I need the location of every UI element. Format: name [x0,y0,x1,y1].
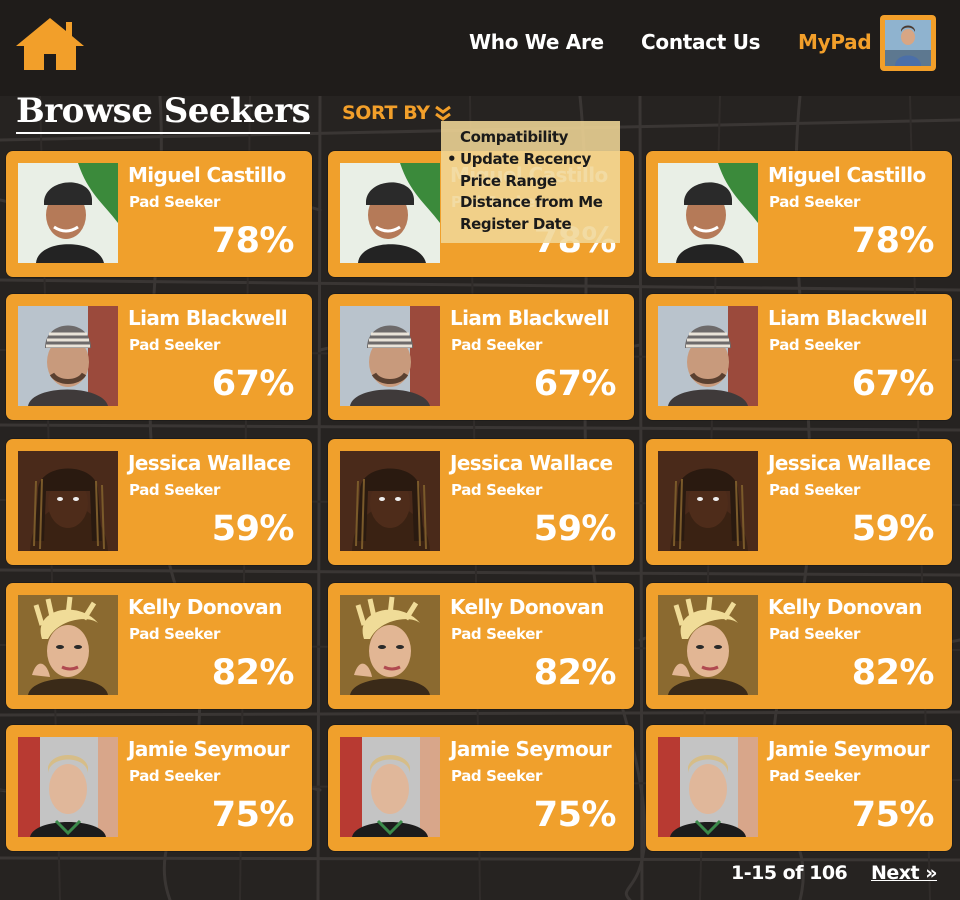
sort-option[interactable]: Distance from Me [447,192,620,214]
seeker-card[interactable]: Jessica Wallace Pad Seeker 59% [646,439,952,565]
sort-option[interactable]: Register Date [447,214,620,236]
compatibility-percent: 78% [211,221,295,261]
sort-option-label: Update Recency [460,149,591,168]
seeker-name: Kelly Donovan [450,595,604,619]
seeker-card[interactable]: Kelly Donovan Pad Seeker 82% [6,583,312,709]
compatibility-percent: 75% [211,795,295,835]
seeker-role: Pad Seeker [769,193,860,211]
seeker-card[interactable]: Kelly Donovan Pad Seeker 82% [328,583,634,709]
sort-option[interactable]: Price Range [447,171,620,193]
seeker-card[interactable]: Miguel Castillo Pad Seeker 78% [646,151,952,277]
seeker-role: Pad Seeker [451,336,542,354]
seeker-role: Pad Seeker [769,767,860,785]
sort-option-label: Compatibility [460,128,569,146]
sort-option-label: Register Date [460,215,572,234]
seeker-photo [18,163,118,263]
seeker-photo [340,306,440,406]
seeker-role: Pad Seeker [129,481,220,499]
seeker-name: Liam Blackwell [128,306,288,330]
compatibility-percent: 82% [211,653,295,693]
seeker-role: Pad Seeker [769,481,860,499]
seeker-card[interactable]: Jessica Wallace Pad Seeker 59% [6,439,312,565]
seeker-role: Pad Seeker [451,767,542,785]
pagination-range: 1-15 of 106 [731,862,848,884]
seeker-photo [658,451,758,551]
compatibility-percent: 75% [851,795,935,835]
sort-option-label: Distance from Me [460,193,603,212]
seeker-name: Jamie Seymour [128,737,290,761]
seeker-card[interactable]: Liam Blackwell Pad Seeker 67% [328,294,634,420]
seeker-photo [340,737,440,837]
seeker-role: Pad Seeker [451,481,542,499]
seeker-role: Pad Seeker [129,336,220,354]
seeker-name: Liam Blackwell [450,306,610,330]
compatibility-percent: 59% [533,509,617,549]
compatibility-percent: 82% [851,653,935,693]
seeker-role: Pad Seeker [769,625,860,643]
seeker-name: Jessica Wallace [768,451,931,475]
seeker-photo [340,451,440,551]
seeker-card[interactable]: Liam Blackwell Pad Seeker 67% [646,294,952,420]
seeker-card[interactable]: Jessica Wallace Pad Seeker 59% [328,439,634,565]
seeker-name: Jessica Wallace [450,451,613,475]
compatibility-percent: 67% [851,364,935,404]
next-page-link[interactable]: Next » [871,862,938,884]
seeker-photo [340,595,440,695]
seeker-role: Pad Seeker [769,336,860,354]
seeker-role: Pad Seeker [129,767,220,785]
seeker-photo [18,451,118,551]
seeker-photo [658,737,758,837]
seeker-photo [18,737,118,837]
seeker-photo [658,163,758,263]
selected-bullet: • [447,149,457,168]
seeker-role: Pad Seeker [129,625,220,643]
sort-option[interactable]: • Update Recency [447,149,620,171]
compatibility-percent: 67% [533,364,617,404]
sort-dropdown-menu: Compatibility • Update Recency Price Range D… [441,121,620,243]
seeker-role: Pad Seeker [451,625,542,643]
seeker-card[interactable]: Liam Blackwell Pad Seeker 67% [6,294,312,420]
sort-option[interactable]: Compatibility [447,127,620,149]
seeker-photo [658,595,758,695]
seeker-role: Pad Seeker [129,193,220,211]
compatibility-percent: 78% [851,221,935,261]
compatibility-percent: 59% [211,509,295,549]
seeker-card[interactable]: Jamie Seymour Pad Seeker 75% [646,725,952,851]
seeker-name: Kelly Donovan [128,595,282,619]
seeker-photo [18,306,118,406]
seeker-name: Liam Blackwell [768,306,928,330]
seeker-photo [18,595,118,695]
seeker-photo [340,163,440,263]
compatibility-percent: 67% [211,364,295,404]
seeker-card[interactable]: Miguel Castillo Pad Seeker 78% [6,151,312,277]
seeker-card[interactable]: Jamie Seymour Pad Seeker 75% [328,725,634,851]
seeker-name: Miguel Castillo [768,163,926,187]
compatibility-percent: 82% [533,653,617,693]
seeker-photo [658,306,758,406]
sort-option-label: Price Range [460,171,557,190]
seeker-name: Jamie Seymour [768,737,930,761]
seeker-name: Kelly Donovan [768,595,922,619]
compatibility-percent: 75% [533,795,617,835]
seeker-card[interactable]: Jamie Seymour Pad Seeker 75% [6,725,312,851]
seeker-name: Miguel Castillo [128,163,286,187]
compatibility-percent: 59% [851,509,935,549]
seeker-card[interactable]: Kelly Donovan Pad Seeker 82% [646,583,952,709]
seeker-name: Jessica Wallace [128,451,291,475]
seeker-name: Jamie Seymour [450,737,612,761]
